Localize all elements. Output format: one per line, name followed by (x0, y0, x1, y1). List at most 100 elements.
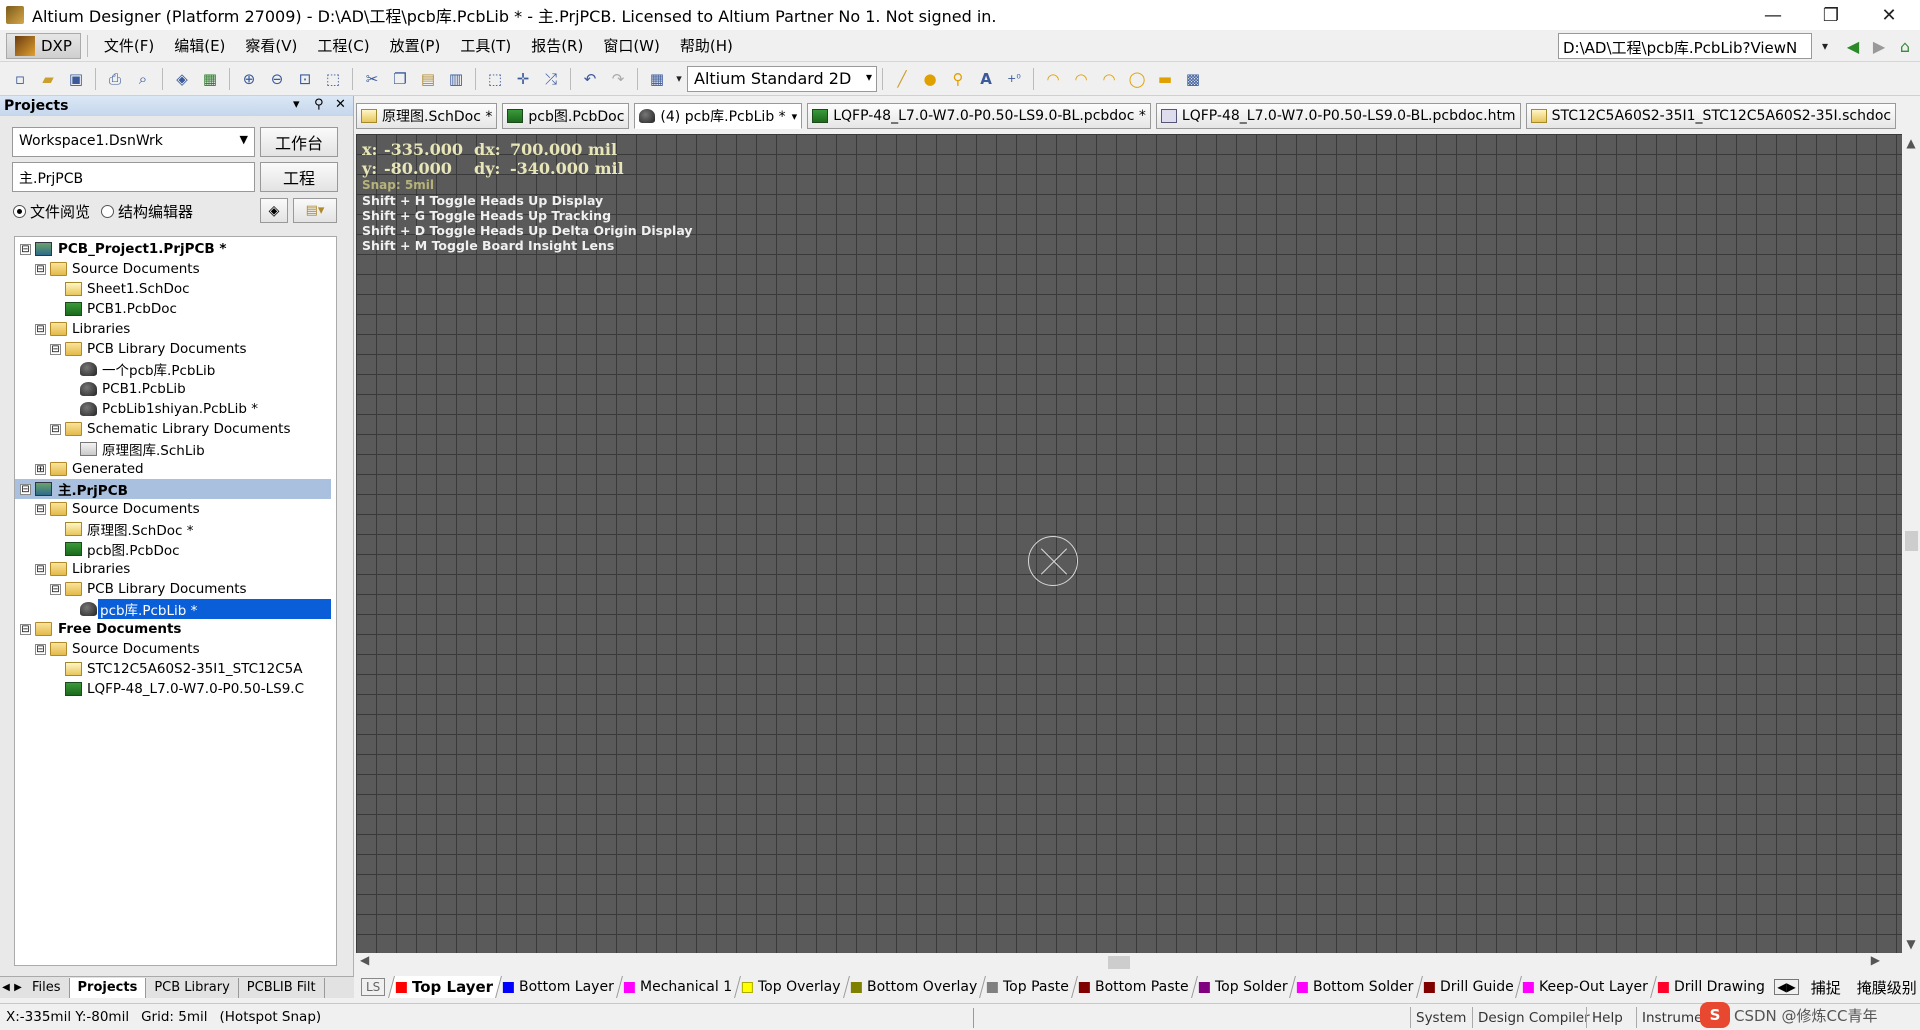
tab-projects[interactable]: Projects (69, 977, 147, 998)
tree-item-folder[interactable]: ⊟ Libraries (15, 559, 331, 579)
place-string-icon[interactable]: A (974, 67, 998, 91)
expand-icon[interactable]: ⊞ (35, 463, 46, 475)
redo-icon[interactable]: ↷ (606, 67, 630, 91)
tree-item-document[interactable]: 原理图库.SchLib (15, 439, 331, 459)
tree-item-folder[interactable]: ⊟ Source Documents (15, 259, 331, 279)
tree-item-folder[interactable]: ⊟ Libraries (15, 319, 331, 339)
zoom-area-icon[interactable]: ⬚ (321, 67, 345, 91)
save-icon[interactable]: ▣ (64, 67, 88, 91)
doc-tab-pcbdoc[interactable]: pcb图.PcbDoc (502, 103, 630, 129)
layer-set-button[interactable]: LS (361, 978, 386, 996)
undo-icon[interactable]: ↶ (578, 67, 602, 91)
collapse-icon[interactable]: ⊟ (35, 563, 46, 575)
project-field[interactable]: 主.PrjPCB (12, 162, 255, 192)
full-circle-icon[interactable]: ◯ (1125, 67, 1149, 91)
tree-item-document[interactable]: 一个pcb库.PcbLib (15, 359, 331, 379)
layer-tab-bottom-paste[interactable]: Bottom Paste (1071, 976, 1197, 998)
layer-tab-bottom-solder[interactable]: Bottom Solder (1289, 976, 1422, 998)
menu-edit[interactable]: 编辑(E) (164, 35, 235, 56)
layer-tab-mechanical-1[interactable]: Mechanical 1 (616, 976, 741, 998)
tab-pcblib-filter[interactable]: PCBLIB Filt (239, 977, 325, 998)
help-panel-button[interactable]: Help (1586, 1007, 1628, 1028)
menu-place[interactable]: 放置(P) (380, 35, 451, 56)
doc-tab-pcblib-active[interactable]: (4) pcb库.PcbLib * ▾ (634, 103, 803, 129)
tree-item-document[interactable]: LQFP-48_L7.0-W7.0-P0.50-LS9.C (15, 679, 331, 699)
select-area-icon[interactable]: ⬚ (483, 67, 507, 91)
home-icon[interactable]: ⌂ (1892, 34, 1918, 58)
zoom-in-icon[interactable]: ⊕ (237, 67, 261, 91)
zoom-out-icon[interactable]: ⊖ (265, 67, 289, 91)
open-folder-icon[interactable]: ▰ (36, 67, 60, 91)
tree-item-project[interactable]: ⊟ PCB_Project1.PrjPCB * (15, 239, 331, 259)
collapse-icon[interactable]: ⊟ (35, 643, 46, 655)
tree-item-document[interactable]: PcbLib1shiyan.PcbLib * (15, 399, 331, 419)
arc-any-angle-icon[interactable]: ◠ (1097, 67, 1121, 91)
doc-tab-lqfp-pcbdoc[interactable]: LQFP-48_L7.0-W7.0-P0.50-LS9.0-BL.pcbdoc … (807, 103, 1151, 129)
tree-item-document[interactable]: PCB1.PcbLib (15, 379, 331, 399)
tree-item-folder[interactable]: ⊟ PCB Library Documents (15, 579, 331, 599)
layer-tab-bottom-layer[interactable]: Bottom Layer (495, 976, 623, 998)
place-line-icon[interactable]: ╱ (890, 67, 914, 91)
tree-item-folder[interactable]: ⊟ Source Documents (15, 639, 331, 659)
collapse-icon[interactable]: ⊟ (20, 623, 31, 635)
place-fill-icon[interactable]: ▬ (1153, 67, 1177, 91)
print-preview-icon[interactable]: ⌕ (131, 67, 155, 91)
workspace-button[interactable]: 工作台 (260, 127, 338, 157)
board-icon[interactable]: ▦ (198, 67, 222, 91)
collapse-icon[interactable]: ⊟ (35, 503, 46, 515)
tree-item-project[interactable]: ⊟ 主.PrjPCB (15, 479, 331, 499)
minimize-button[interactable]: — (1744, 0, 1802, 30)
zoom-fit-icon[interactable]: ⊡ (293, 67, 317, 91)
collapse-icon[interactable]: ⊟ (20, 483, 31, 495)
file-view-radio[interactable]: 文件阅览 (13, 201, 90, 222)
scroll-right-icon[interactable]: ▶ (1871, 953, 1880, 967)
menu-reports[interactable]: 报告(R) (521, 35, 593, 56)
layer-tab-top-overlay[interactable]: Top Overlay (734, 976, 849, 998)
tab-scroll-left-icon[interactable]: ◀ (0, 982, 12, 993)
pcb-library-canvas[interactable]: x: -335.000 dx: 700.000 mil y: -80.000 dy: -34… (356, 134, 1902, 953)
restore-button[interactable]: ❐ (1802, 0, 1860, 30)
menu-view[interactable]: 察看(V) (235, 35, 307, 56)
collapse-icon[interactable]: ⊟ (50, 423, 61, 435)
layer-tab-bottom-overlay[interactable]: Bottom Overlay (842, 976, 986, 998)
collapse-icon[interactable]: ⊟ (35, 323, 46, 335)
deselect-icon[interactable]: ⤮ (539, 67, 563, 91)
menu-help[interactable]: 帮助(H) (670, 35, 743, 56)
layer-tab-drill-guide[interactable]: Drill Guide (1415, 976, 1522, 998)
3d-layers-icon[interactable]: ◈ (170, 67, 194, 91)
scroll-up-icon[interactable]: ▲ (1902, 136, 1920, 150)
menu-window[interactable]: 窗口(W) (593, 35, 670, 56)
place-via-icon[interactable]: ⚲ (946, 67, 970, 91)
structure-editor-radio[interactable]: 结构编辑器 (101, 201, 193, 222)
workspace-layers-icon[interactable]: ◈ (260, 198, 288, 223)
menu-file[interactable]: 文件(F) (94, 35, 164, 56)
collapse-icon[interactable]: ⊟ (20, 243, 31, 255)
scroll-down-icon[interactable]: ▼ (1902, 937, 1920, 951)
tab-pcb-library[interactable]: PCB Library (146, 977, 239, 998)
paste-icon[interactable]: ▤ (416, 67, 440, 91)
layer-tab-top-layer[interactable]: Top Layer (388, 976, 502, 998)
tree-item-folder[interactable]: ⊟ Schematic Library Documents (15, 419, 331, 439)
horizontal-scrollbar[interactable]: ◀ ▶ (356, 953, 1902, 971)
path-dropdown-icon[interactable]: ▾ (1812, 34, 1838, 58)
tree-item-document[interactable]: Sheet1.SchDoc (15, 279, 331, 299)
grid-dropdown-icon[interactable]: ▾ (673, 67, 685, 91)
collapse-icon[interactable]: ⊟ (50, 583, 61, 595)
rubber-stamp-icon[interactable]: ▥ (444, 67, 468, 91)
grid-icon[interactable]: ▦ (645, 67, 669, 91)
view-configuration-select[interactable]: Altium Standard 2D ▾ (687, 65, 877, 92)
tree-item-document[interactable]: STC12C5A60S2-35I1_STC12C5A (15, 659, 331, 679)
pin-icon[interactable]: ⚲ (314, 97, 324, 112)
tree-item-document[interactable]: pcb图.PcbDoc (15, 539, 331, 559)
system-panel-button[interactable]: System (1410, 1007, 1471, 1028)
tree-item-group[interactable]: ⊟ Free Documents (15, 619, 331, 639)
copy-icon[interactable]: ❐ (388, 67, 412, 91)
layer-tab-drill-drawing[interactable]: Drill Drawing (1650, 976, 1774, 998)
menu-tools[interactable]: 工具(T) (450, 35, 521, 56)
place-pad-icon[interactable]: ● (918, 67, 942, 91)
panel-menu-icon[interactable]: ▾ (293, 97, 300, 112)
tab-files[interactable]: Files (24, 977, 70, 998)
tree-item-document[interactable]: PCB1.PcbDoc (15, 299, 331, 319)
array-paste-icon[interactable]: ▩ (1181, 67, 1205, 91)
chevron-down-icon[interactable]: ▾ (792, 110, 798, 123)
